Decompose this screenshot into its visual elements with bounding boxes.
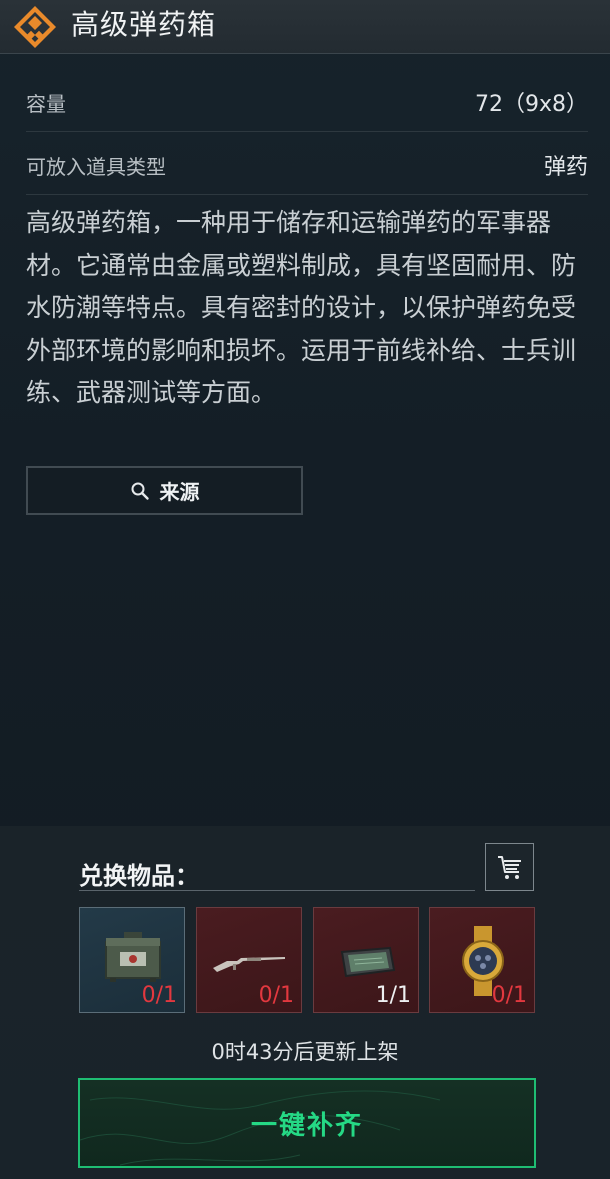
exchange-item-gold-watch[interactable]: 0/1 [429,907,535,1013]
exchange-item-ammo-box[interactable]: 0/1 [79,907,185,1013]
exchange-title: 兑换物品： [79,862,199,890]
divider [79,890,475,891]
search-icon [131,482,149,500]
item-count: 1/1 [375,983,411,1008]
attribute-row-item-type: 可放入道具类型 弹药 [26,133,588,195]
cart-button[interactable] [485,843,534,891]
restock-timer: 0时43分后更新上架 [211,1040,399,1064]
item-count: 0/1 [491,983,527,1008]
item-description: 高级弹药箱，一种用于储存和运输弹药的军事器材。它通常由金属或塑料制成，具有坚固耐… [26,208,577,407]
attribute-row-capacity: 容量 72（9x8） [26,70,588,132]
cart-icon [497,856,521,879]
ammo-box-category-icon [14,6,56,48]
exchange-item-tablet-device[interactable]: 1/1 [313,907,419,1013]
item-detail-panel: 高级弹药箱 容量 72（9x8） 可放入道具类型 弹药 高级弹药箱，一种用于储存… [0,0,610,1179]
exchange-item-rifle[interactable]: 0/1 [196,907,302,1013]
source-button[interactable]: 来源 [26,466,303,515]
page-title: 高级弹药箱 [71,8,217,41]
title-bar: 高级弹药箱 [0,0,610,54]
item-count: 0/1 [258,983,294,1008]
one-click-fill-button[interactable]: 一键补齐 [78,1078,536,1168]
attribute-value: 72（9x8） [474,92,588,117]
source-button-label: 来源 [159,480,200,504]
attribute-value: 弹药 [543,155,588,180]
attribute-key: 可放入道具类型 [26,155,166,179]
one-click-fill-label: 一键补齐 [250,1110,363,1141]
item-count: 0/1 [141,983,177,1008]
attribute-key: 容量 [26,92,66,116]
